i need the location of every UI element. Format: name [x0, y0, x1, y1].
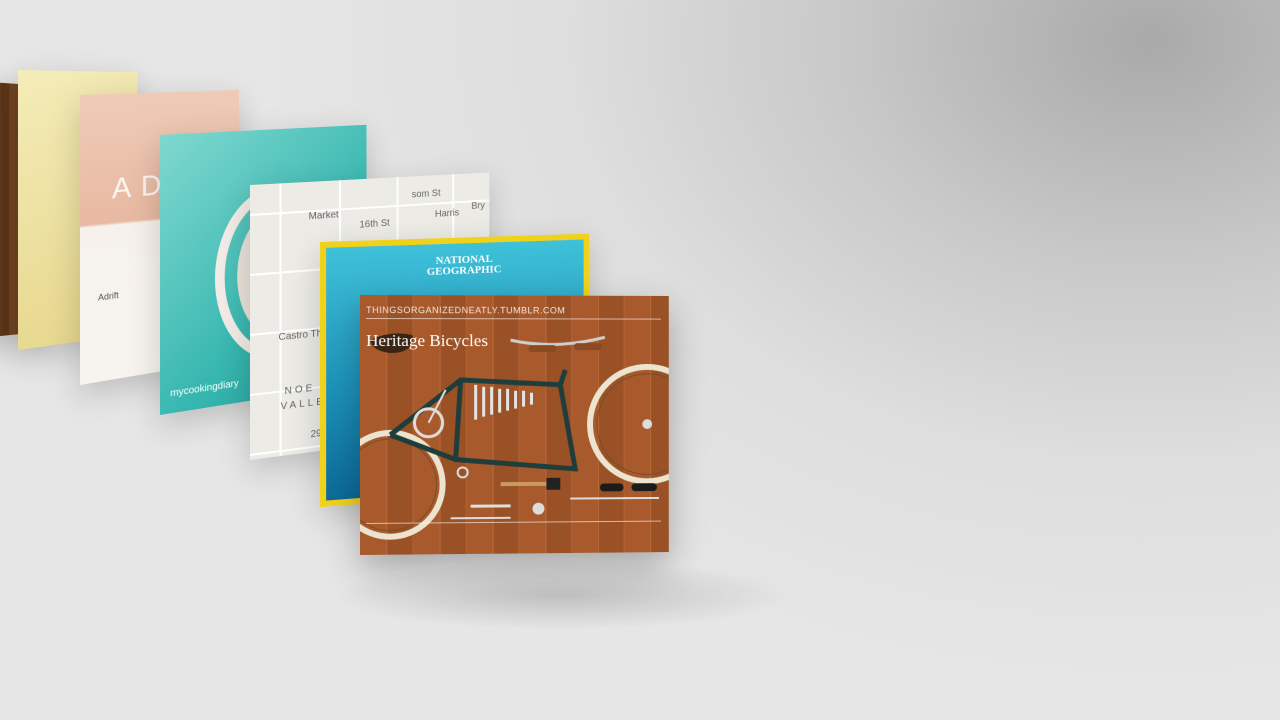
natgeo-logo: NATIONAL GEOGRAPHIC: [427, 254, 502, 278]
card-heritage-bicycles[interactable]: THINGSORGANIZEDNEATLY.TUMBLR.COM Heritag…: [360, 295, 669, 555]
map-street: som St: [412, 188, 441, 200]
map-street: Market: [309, 210, 339, 223]
card-carousel: ADRIFT Adrift mycookingdiary Market 16th…: [0, 0, 1280, 720]
source-site: THINGSORGANIZEDNEATLY.TUMBLR.COM: [366, 305, 565, 315]
card-title: Heritage Bicycles: [366, 331, 488, 351]
map-street: Harris: [435, 208, 459, 220]
floor-shadow: [330, 560, 790, 630]
map-street: NOE: [285, 383, 316, 397]
map-street: Bry: [471, 201, 484, 212]
map-street: 16th St: [359, 218, 389, 231]
